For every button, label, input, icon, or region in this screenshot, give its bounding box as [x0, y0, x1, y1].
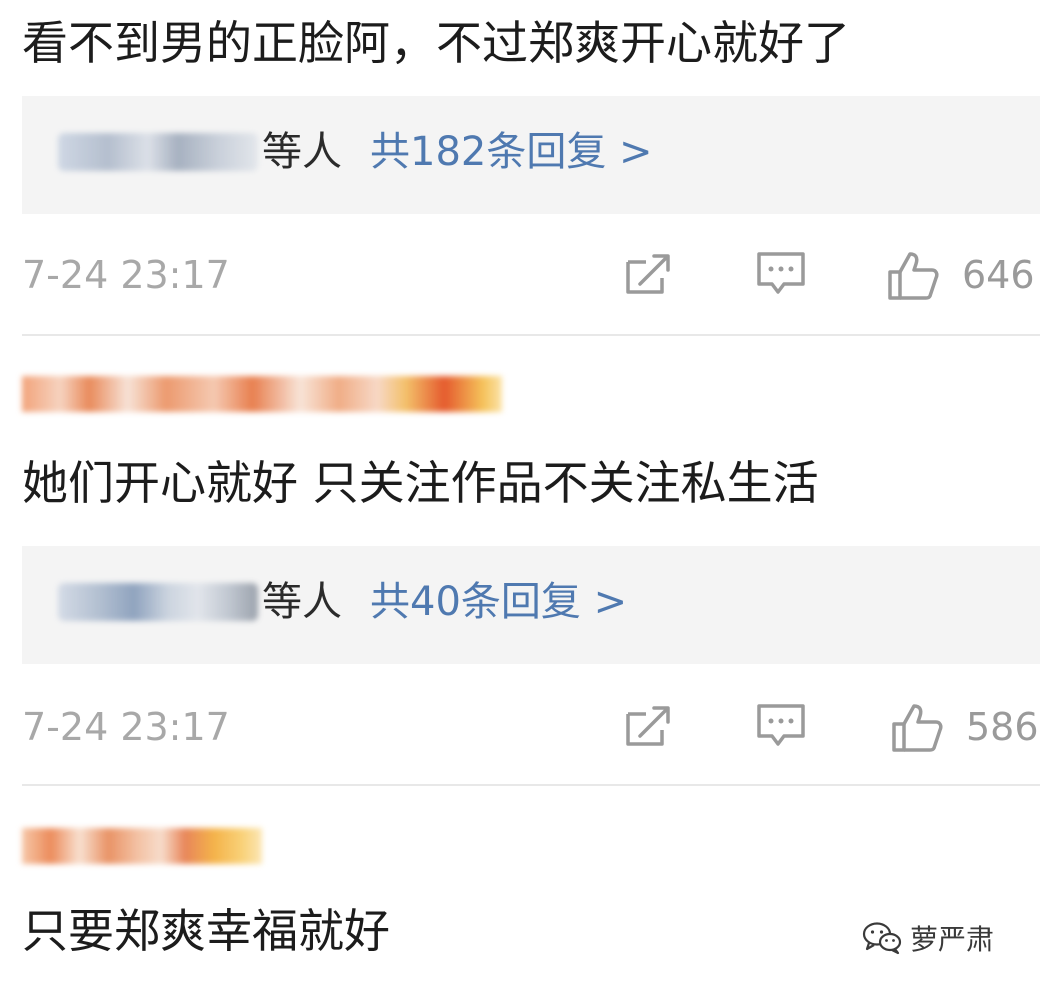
- comment-timestamp: 7-24 23:17: [22, 705, 230, 749]
- weibo-comment-page: 看不到男的正脸阿，不过郑爽开心就好了 等人 共182条回复 > 7-24 23:…: [0, 0, 1040, 988]
- comment-icon[interactable]: [754, 248, 808, 300]
- comment-text: 她们开心就好 只关注作品不关注私生活: [22, 456, 819, 510]
- like-count: 646: [962, 253, 1035, 297]
- view-replies-link[interactable]: 共182条回复 >: [370, 132, 653, 172]
- reply-summary-box[interactable]: 等人 共182条回复 >: [22, 96, 1040, 214]
- comment-text: 看不到男的正脸阿，不过郑爽开心就好了: [22, 16, 850, 70]
- comment-divider: [22, 334, 1040, 336]
- reply-summary-box[interactable]: 等人 共40条回复 >: [22, 546, 1040, 664]
- thumbs-up-icon[interactable]: [890, 700, 946, 756]
- blurred-username[interactable]: [22, 828, 262, 864]
- blurred-usernames: [58, 583, 258, 621]
- blurred-username[interactable]: [22, 376, 502, 412]
- repost-icon[interactable]: [622, 248, 674, 300]
- wechat-icon: [862, 922, 902, 955]
- wechat-watermark: 萝严肃: [862, 918, 994, 958]
- repost-icon[interactable]: [622, 700, 674, 752]
- comment-meta-row: 7-24 23:17 646: [22, 248, 1040, 308]
- reply-suffix: 等人: [262, 129, 342, 175]
- comment-text: 只要郑爽幸福就好: [22, 904, 390, 958]
- thumbs-up-icon[interactable]: [886, 248, 942, 304]
- comment-divider: [22, 784, 1040, 786]
- comment-timestamp: 7-24 23:17: [22, 253, 230, 297]
- comment-icon[interactable]: [754, 700, 808, 752]
- watermark-label: 萝严肃: [910, 923, 995, 956]
- blurred-usernames: [58, 133, 258, 171]
- comment-meta-row: 7-24 23:17 586: [22, 700, 1040, 760]
- reply-suffix: 等人: [262, 579, 342, 625]
- like-count: 586: [966, 705, 1039, 749]
- view-replies-link[interactable]: 共40条回复 >: [370, 582, 627, 622]
